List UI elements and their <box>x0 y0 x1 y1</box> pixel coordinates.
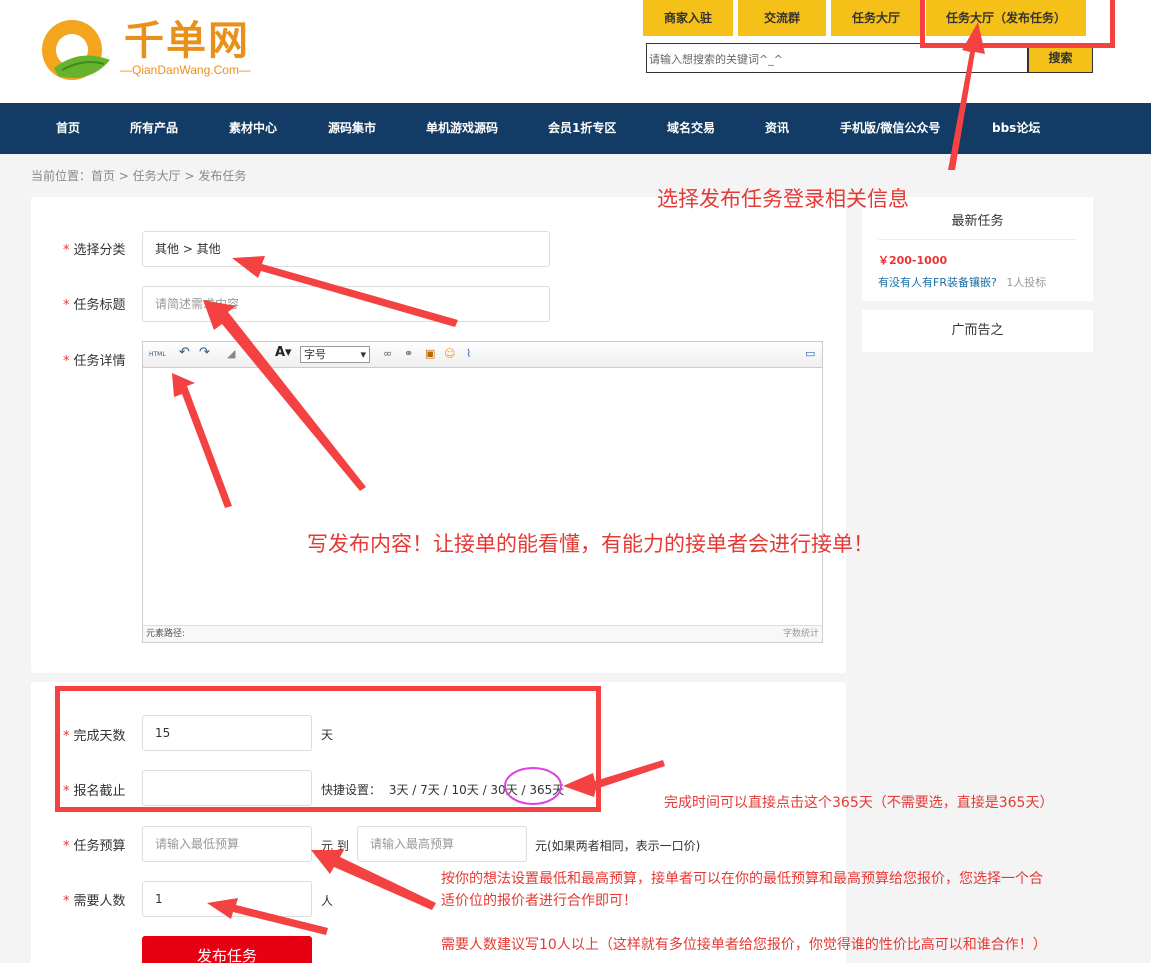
annotation-arrows <box>172 22 985 935</box>
annotation-budget-1: 按你的想法设置最低和最高预算，接单者可以在你的最低预算和最高预算给您报价，您选择… <box>441 871 1043 887</box>
annotation-people: 需要人数建议写10人以上（这样就有多位接单者给您报价，你觉得谁的性价比高可以和谁… <box>441 937 1047 953</box>
annotation-budget-2: 适价位的报价者进行合作即可！ <box>441 893 637 909</box>
annotation-365-days: 完成时间可以直接点击这个365天（不需要选，直接是365天） <box>664 795 1054 811</box>
annotation-select-publish: 选择发布任务登录相关信息 <box>657 187 909 211</box>
annotation-write-content: 写发布内容！让接单的能看懂，有能力的接单者会进行接单！ <box>307 532 874 556</box>
